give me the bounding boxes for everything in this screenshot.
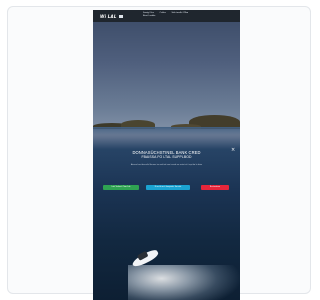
nav-item-2[interactable]: Cdsks: [160, 12, 166, 14]
logo-mark-icon: [118, 15, 123, 18]
nav-item-4[interactable]: Boot Lardbc: [143, 15, 228, 18]
nav-item-3[interactable]: Sidr tardhi Cllba: [171, 12, 188, 14]
main-nav: Saaig Oles Cdsks Sidr tardhi Cllba Boot …: [143, 12, 233, 19]
hero-subtext: Atmend sus tdenvalid thrrrme tor aud tnd…: [130, 164, 203, 166]
hero-headline: DONNASÜCHSTINEL BANK CRED FBAISSA FO LTA…: [93, 150, 240, 160]
site-preview: Wi LAL Saaig Oles Cdsks Sidr tardhi Cllb…: [93, 10, 240, 300]
site-logo[interactable]: Wi LAL: [100, 14, 123, 19]
hero-headline-line2: FBAISSA FO LTAL SUPPLBOD: [141, 155, 192, 159]
boat-wake: [128, 265, 240, 300]
cta-button-red[interactable]: Rectasturm: [201, 185, 229, 190]
top-navbar: Wi LAL Saaig Oles Cdsks Sidr tardhi Cllb…: [93, 10, 240, 22]
cta-button-green[interactable]: Latt Vuitavt Cbar Luk: [103, 185, 139, 190]
cta-button-blue[interactable]: Peneth aret fmapvate Sarviat: [146, 185, 190, 190]
water-reflection: [93, 127, 240, 135]
nav-item-1[interactable]: Saaig Oles: [143, 12, 154, 14]
